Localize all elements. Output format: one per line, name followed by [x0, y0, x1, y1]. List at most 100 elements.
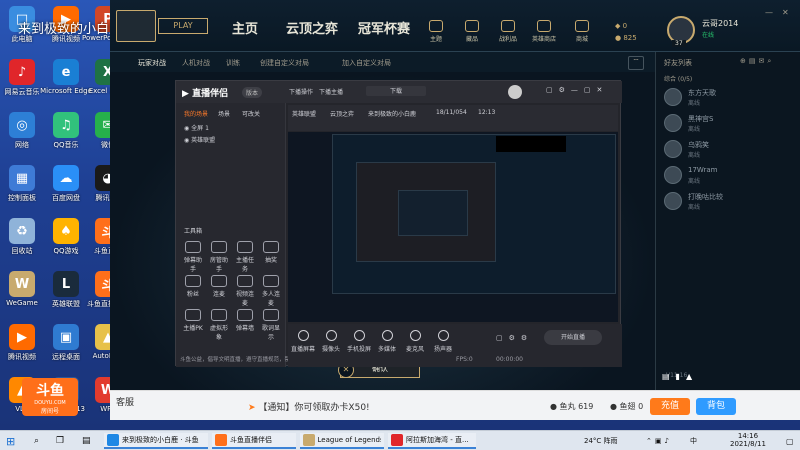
- friend-row[interactable]: 打晚咕比较 离线: [664, 190, 799, 214]
- douyu-app-name-text: 直播伴侣: [192, 89, 229, 99]
- nav-tft[interactable]: 云顶之弈: [286, 18, 338, 37]
- subnav-pvp[interactable]: 玩家对战: [138, 58, 166, 68]
- tool-label: 主播PK: [183, 325, 203, 332]
- bottom-tool-label: 摄像头: [321, 346, 340, 353]
- app-icon: ▦: [9, 165, 35, 191]
- settings-icons[interactable]: ▢⚙⚙: [496, 334, 533, 342]
- scene-item-0[interactable]: ◉ 全屏 1: [184, 123, 209, 132]
- friend-row[interactable]: 东方天歌 离线: [664, 86, 799, 110]
- tab-editable[interactable]: 可改关: [242, 109, 260, 118]
- subnav-coop[interactable]: 人机对战: [182, 58, 210, 68]
- tool-icon: [211, 309, 227, 321]
- topbar-store[interactable]: 商城: [564, 20, 600, 43]
- tool-icon: [185, 241, 201, 253]
- tool-item[interactable]: 歌词显示: [260, 309, 282, 341]
- theme-icon: [429, 20, 443, 32]
- douyu-app-name: ▶ 直播伴侣: [182, 89, 229, 99]
- tool-icon: [237, 309, 253, 321]
- friends-group-header[interactable]: 综合 (0/5): [664, 74, 692, 83]
- window-close-icon[interactable]: ✕: [782, 8, 789, 17]
- tool-item[interactable]: 粉丝: [182, 275, 204, 298]
- tool-icon: [211, 275, 227, 287]
- friend-row[interactable]: 黑神宫S 离线: [664, 112, 799, 136]
- champ-store-label: 英雄商店: [531, 36, 556, 43]
- taskbar-app[interactable]: 阿拉斯加海湾 - 直...: [388, 433, 476, 449]
- bottom-tool[interactable]: 扬声器: [430, 330, 456, 353]
- chat-left-label[interactable]: 客服: [116, 395, 134, 408]
- window-controls[interactable]: ▢⚙—▢✕: [546, 86, 608, 94]
- topbar-theme[interactable]: 主题: [418, 20, 454, 43]
- weather[interactable]: 24°C 阵雨: [584, 433, 618, 449]
- header-item-1[interactable]: 下播主播: [319, 87, 343, 96]
- taskbar-app-label: 来到极致的小白鹿 · 斗鱼: [122, 436, 199, 444]
- tool-item[interactable]: 弹幕墙: [234, 309, 256, 332]
- tab-scenes[interactable]: 场景: [218, 109, 230, 118]
- topbar-collection[interactable]: 藏品: [454, 20, 490, 43]
- topbar-loot[interactable]: 战利品: [490, 20, 526, 43]
- tool-item[interactable]: 主播任务: [234, 241, 256, 273]
- tool-item[interactable]: 房管助手: [208, 241, 230, 273]
- scene-item-1[interactable]: ◉ 英雄联盟: [184, 135, 215, 144]
- room-title[interactable]: 来到极致的小白鹿: [368, 109, 416, 118]
- bottom-tool[interactable]: 手机投屏: [346, 330, 372, 353]
- app-icon: ♫: [53, 112, 79, 138]
- theme-label: 主题: [429, 36, 442, 43]
- collection-label: 藏品: [465, 36, 478, 43]
- subnav-create-custom[interactable]: 创建自定义对局: [260, 58, 309, 68]
- ime-indicator[interactable]: 中: [690, 433, 697, 449]
- friend-name: 打晚咕比较: [688, 193, 723, 201]
- tool-icon: [263, 275, 279, 287]
- friend-list: 东方天歌 离线 黑神宫S 离线 乌鸦笑 离线 17Wram 离线 打晚咕比较 离线: [656, 86, 800, 216]
- start-stream-button[interactable]: 开始直播: [544, 330, 602, 345]
- tool-icon: [263, 309, 279, 321]
- toolbar-number: 18/11/054: [436, 109, 467, 116]
- backpack-button[interactable]: 背包: [696, 398, 736, 415]
- topbar-champ-store[interactable]: 英雄商店: [526, 20, 562, 43]
- bottom-tool[interactable]: 摄像头: [318, 330, 344, 353]
- bottom-tools: 直播屏幕 摄像头 手机投屏 多媒体 麦克风 扬声器: [288, 324, 468, 354]
- wifi-icon[interactable]: ⌔: [628, 56, 644, 70]
- tool-item[interactable]: 虚拟形象: [208, 309, 230, 341]
- task-view-icon[interactable]: ❐: [56, 433, 64, 449]
- window-minimize-icon[interactable]: —: [765, 8, 773, 17]
- header-download[interactable]: 下载: [366, 86, 426, 96]
- nav-clash[interactable]: 冠军杯赛: [358, 18, 410, 37]
- streamer-avatar[interactable]: [508, 85, 522, 99]
- tool-item[interactable]: 多人连麦: [260, 275, 282, 307]
- taskbar-app[interactable]: 斗鱼直播伴侣: [212, 433, 296, 449]
- taskbar-app[interactable]: League of Legends: [300, 433, 384, 449]
- tool-item[interactable]: 连麦: [208, 275, 230, 298]
- tab-my-scenes[interactable]: 我的场景: [184, 109, 208, 118]
- tool-item[interactable]: 视频连麦: [234, 275, 256, 307]
- lobby-right-icons[interactable]: ▤▮▲: [662, 372, 722, 386]
- recharge-button[interactable]: 充值: [650, 398, 690, 415]
- tray-icons[interactable]: ⌃▣♪: [646, 433, 672, 449]
- clock[interactable]: 14:16 2021/8/11: [730, 432, 766, 448]
- mode-tag[interactable]: 云顶之弈: [330, 109, 354, 118]
- tool-item[interactable]: 抽奖: [260, 241, 282, 264]
- preview-toolbar: 英雄联盟 云顶之弈 来到极致的小白鹿 18/11/054 12:13: [288, 105, 618, 131]
- level-badge: 37: [672, 40, 686, 47]
- friend-row[interactable]: 乌鸦笑 离线: [664, 138, 799, 162]
- search-icon[interactable]: ⌕: [34, 433, 39, 449]
- notification-icon[interactable]: ▢: [786, 433, 794, 449]
- bottom-tool[interactable]: 多媒体: [374, 330, 400, 353]
- friends-toolbar-icons[interactable]: ⊕▤✉⌕: [740, 57, 774, 66]
- subnav-join-custom[interactable]: 加入自定义对局: [342, 58, 391, 68]
- game-tag[interactable]: 英雄联盟: [292, 109, 316, 118]
- play-button[interactable]: PLAY: [158, 18, 208, 34]
- notice-text[interactable]: ➤ 【通知】你可领取办卡X50!: [248, 400, 370, 413]
- tool-item[interactable]: 主播PK: [182, 309, 204, 332]
- explorer-icon[interactable]: ▤: [82, 433, 91, 449]
- friend-row[interactable]: 17Wram 离线: [664, 164, 799, 188]
- subnav-training[interactable]: 训练: [226, 58, 240, 68]
- bottom-tool[interactable]: 直播屏幕: [290, 330, 316, 353]
- header-item-0[interactable]: 下播操作: [289, 87, 313, 96]
- bottom-tool-label: 麦克风: [405, 346, 424, 353]
- taskbar-app[interactable]: 来到极致的小白鹿 · 斗鱼: [104, 433, 208, 449]
- start-icon[interactable]: ⊞: [6, 433, 15, 449]
- nav-home[interactable]: 主页: [232, 18, 258, 37]
- tool-item[interactable]: 弹幕助手: [182, 241, 204, 273]
- taskbar-app-icon: [303, 434, 315, 446]
- bottom-tool[interactable]: 麦克风: [402, 330, 428, 353]
